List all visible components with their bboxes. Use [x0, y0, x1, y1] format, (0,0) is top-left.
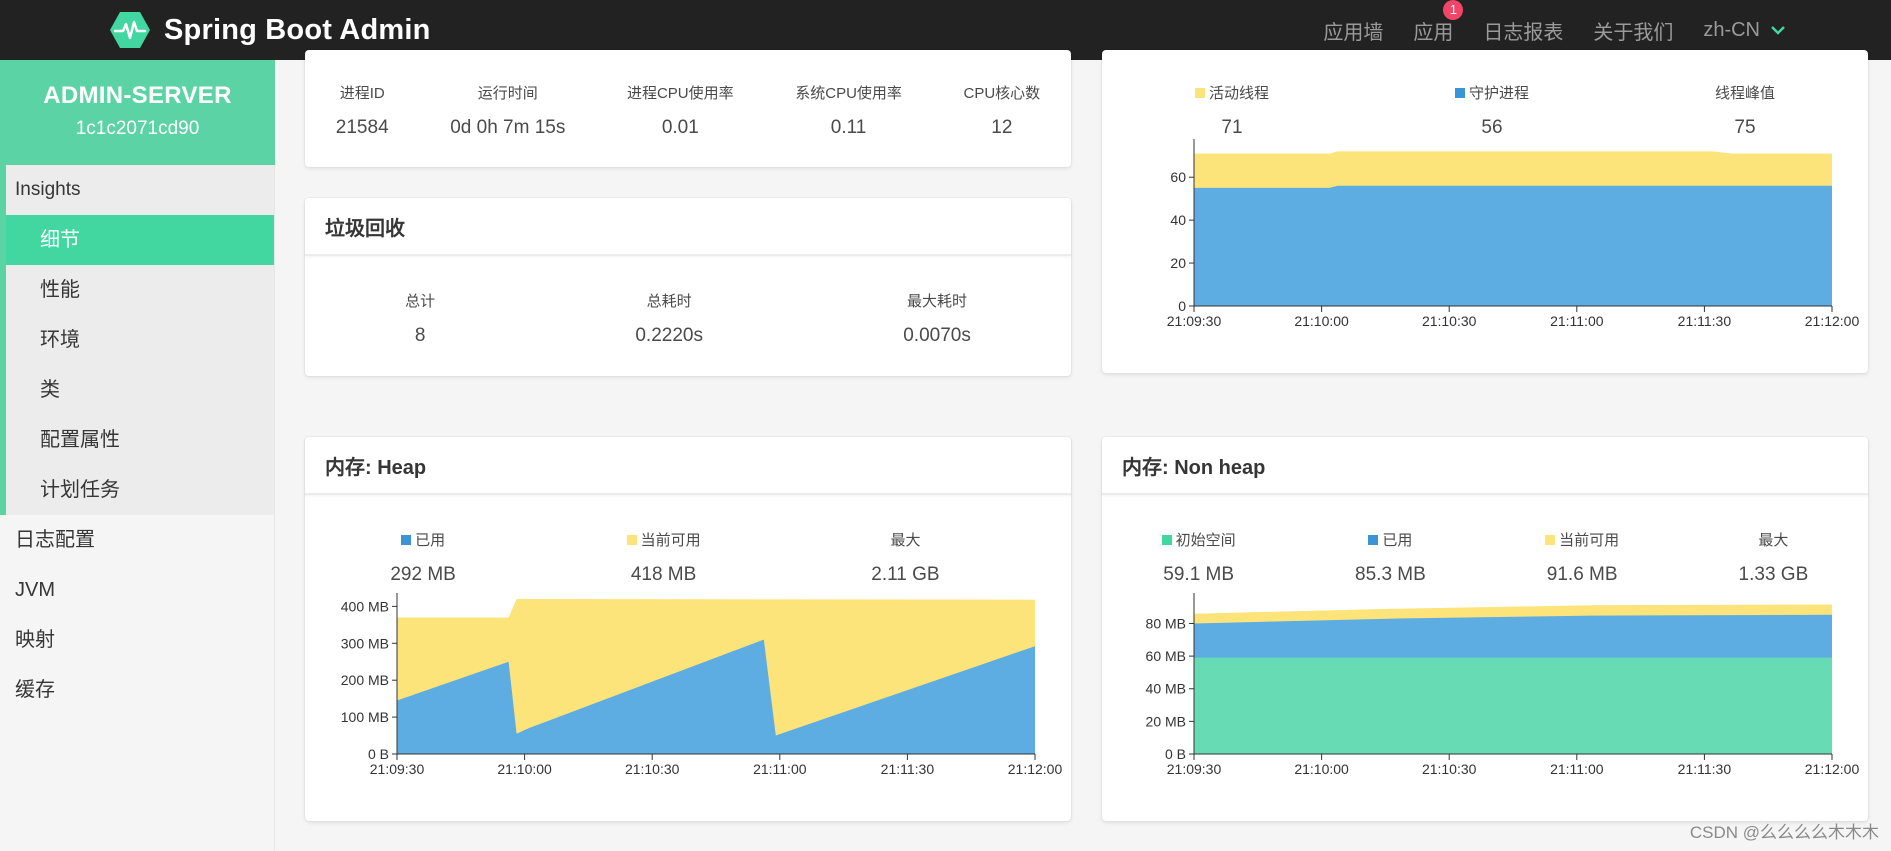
- stat-process-cpu: 进程CPU使用率 0.01: [626, 85, 734, 138]
- stat-gc-total-time: 总耗时 0.2220s: [635, 293, 703, 346]
- x-tick-label: 21:11:00: [1550, 313, 1604, 329]
- x-tick-label: 21:12:00: [1805, 761, 1860, 777]
- stat-uptime: 运行时间 0d 0h 7m 15s: [450, 85, 566, 138]
- heap-chart: 0 B 100 MB 200 MB 300 MB 400 MB 21:09:30 21:10…: [341, 593, 1063, 777]
- gc-card: 垃圾回收 总计 8 总耗时 0.2220s 最大耗时 0.0070s: [305, 198, 1071, 376]
- y-tick-label: 0 B: [368, 746, 389, 762]
- process-card: 进程ID 21584 运行时间 0d 0h 7m 15s 进程CPU使用率 0.01 …: [305, 50, 1071, 167]
- sidebar-item-details[interactable]: 细节: [6, 215, 274, 265]
- x-tick-label: 21:09:30: [1167, 761, 1222, 777]
- x-tick-label: 21:11:30: [1678, 761, 1732, 777]
- chevron-down-icon: [1771, 26, 1785, 35]
- x-tick-label: 21:11:30: [881, 761, 935, 777]
- nav-applications-wall[interactable]: 应用墙: [1323, 16, 1383, 45]
- watermark: CSDN @么么么么木木木: [1689, 823, 1879, 842]
- x-tick-label: 21:10:00: [1294, 761, 1349, 777]
- y-tick-label: 0 B: [1165, 746, 1186, 762]
- stat-process-id: 进程ID 21584: [335, 85, 389, 138]
- sidebar-item-loggers[interactable]: 日志配置: [0, 515, 274, 565]
- nonheap-card: 内存: Non heap 初始空间 59.1 MB 已用 85.3 MB 当前可用 9…: [1102, 437, 1868, 821]
- language-selector[interactable]: zh-CN: [1703, 19, 1786, 42]
- insights-group: Insights 细节 性能 环境 类 配置属性 计划任务: [0, 165, 274, 515]
- sidebar-item-classes[interactable]: 类: [6, 365, 274, 415]
- sidebar-item-caches[interactable]: 缓存: [0, 665, 274, 715]
- y-tick-label: 60: [1170, 169, 1186, 185]
- threads-card: 活动线程 71 守护进程 56 线程峰值 75 0 20 40 60 21:09:30 21:1…: [1102, 50, 1868, 373]
- y-tick-label: 40: [1170, 212, 1186, 228]
- x-tick-label: 21:12:00: [1805, 313, 1860, 329]
- y-tick-label: 100 MB: [341, 709, 389, 725]
- y-tick-label: 20: [1170, 255, 1186, 271]
- y-tick-label: 60 MB: [1146, 648, 1186, 664]
- sidebar-item-config-props[interactable]: 配置属性: [6, 415, 274, 465]
- heap-card: 内存: Heap 已用 292 MB 当前可用 418 MB 最大 2.11 GB 0…: [305, 437, 1071, 821]
- y-tick-label: 300 MB: [341, 635, 389, 651]
- x-tick-label: 21:10:30: [1422, 313, 1477, 329]
- stat-gc-count: 总计 8: [405, 293, 436, 346]
- stat-system-cpu: 系统CPU使用率 0.11: [795, 85, 902, 138]
- threads-chart: 0 20 40 60 21:09:30 21:10:00 21:10:30 21:11:00 2…: [1167, 139, 1860, 329]
- nav-applications[interactable]: 应用 1: [1413, 0, 1464, 45]
- x-tick-label: 21:09:30: [1167, 313, 1222, 329]
- x-tick-label: 21:10:30: [1422, 761, 1477, 777]
- sidebar-item-metrics[interactable]: 性能: [6, 265, 274, 315]
- x-tick-label: 21:11:00: [753, 761, 807, 777]
- nav-log-report[interactable]: 日志报表: [1483, 16, 1563, 45]
- sidebar-group-insights[interactable]: Insights: [6, 165, 274, 215]
- app-instance-id: 1c1c2071cd90: [75, 118, 200, 139]
- sidebar-item-jvm[interactable]: JVM: [0, 565, 274, 615]
- y-tick-label: 0: [1178, 298, 1186, 314]
- x-tick-label: 21:09:30: [370, 761, 425, 777]
- x-tick-label: 21:10:00: [1294, 313, 1349, 329]
- sidebar-item-scheduled-tasks[interactable]: 计划任务: [6, 465, 274, 515]
- stat-cpu-cores: CPU核心数 12: [963, 85, 1041, 138]
- nav-about[interactable]: 关于我们: [1593, 16, 1673, 45]
- app-header: ADMIN-SERVER 1c1c2071cd90: [0, 60, 275, 165]
- x-tick-label: 21:11:30: [1678, 313, 1732, 329]
- nonheap-chart: 0 B 20 MB 40 MB 60 MB 80 MB 21:09:30 21:10:00 2…: [1146, 593, 1860, 777]
- y-tick-label: 400 MB: [341, 598, 389, 614]
- y-tick-label: 80 MB: [1146, 615, 1186, 631]
- y-tick-label: 200 MB: [341, 672, 389, 688]
- area-series-守护进程: [1194, 185, 1832, 306]
- sidebar: ADMIN-SERVER 1c1c2071cd90 Insights 细节 性能…: [0, 60, 275, 851]
- x-tick-label: 21:12:00: [1008, 761, 1063, 777]
- sidebar-item-environment[interactable]: 环境: [6, 315, 274, 365]
- x-tick-label: 21:10:00: [497, 761, 552, 777]
- app-name: ADMIN-SERVER: [43, 82, 232, 109]
- heartbeat-logo-icon: [110, 12, 150, 48]
- applications-badge: 1: [1443, 0, 1464, 20]
- brand-name: Spring Boot Admin: [164, 13, 431, 46]
- x-tick-label: 21:11:00: [1550, 761, 1604, 777]
- gc-title: 垃圾回收: [305, 198, 1071, 256]
- area-series-初始空间: [1194, 657, 1832, 754]
- y-tick-label: 20 MB: [1146, 713, 1186, 729]
- x-tick-label: 21:10:30: [625, 761, 680, 777]
- stat-gc-max-time: 最大耗时 0.0070s: [903, 293, 971, 346]
- sidebar-item-mappings[interactable]: 映射: [0, 615, 274, 665]
- y-tick-label: 40 MB: [1146, 681, 1186, 697]
